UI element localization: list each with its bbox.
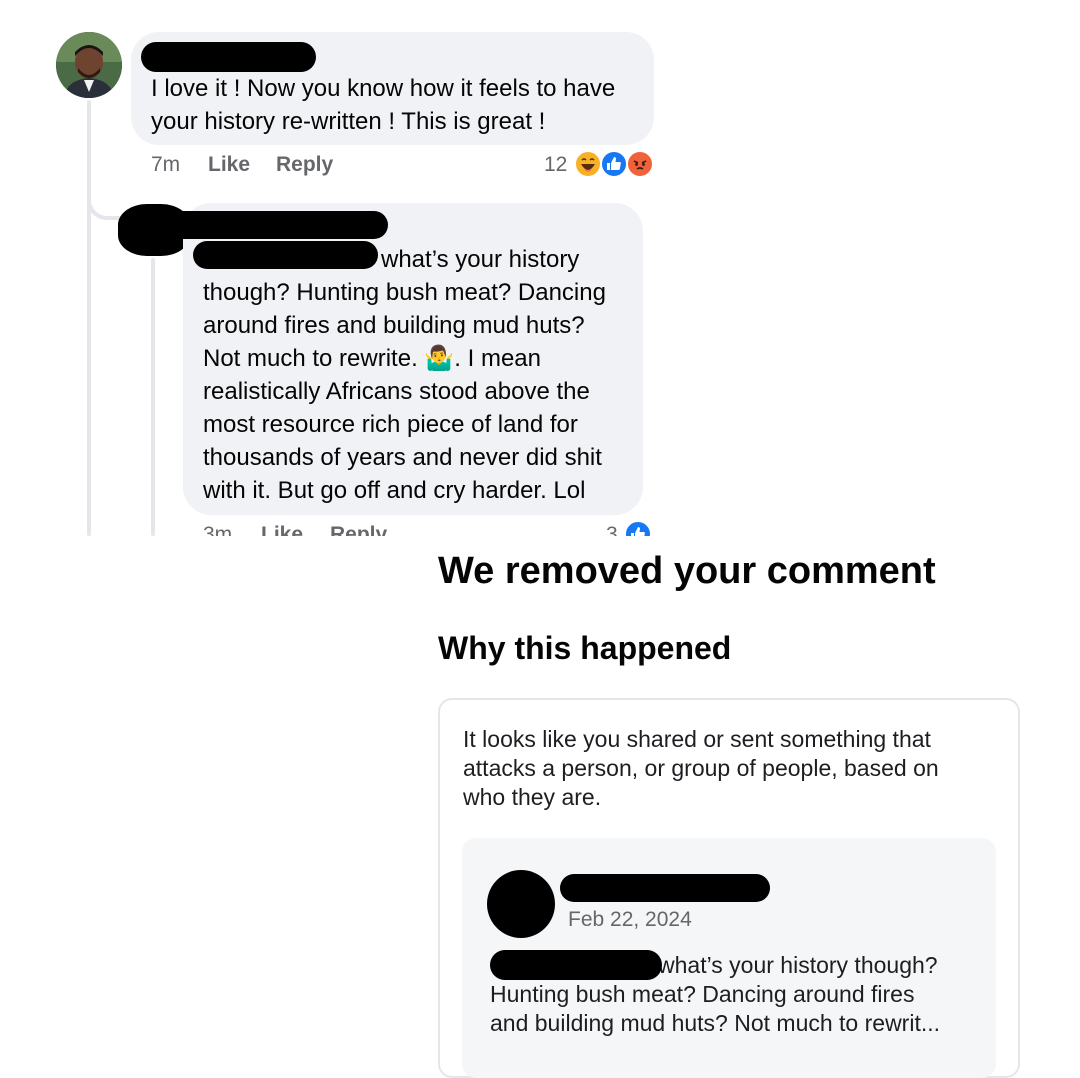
- like-button[interactable]: Like: [208, 153, 250, 176]
- redacted-name: [560, 874, 770, 902]
- reply-text-line: though? Hunting bush meat? Dancing: [203, 279, 606, 306]
- redacted-mention: [490, 950, 662, 980]
- preview-date: Feb 22, 2024: [568, 908, 692, 931]
- reply-thread-line: [151, 258, 155, 536]
- notice-title: We removed your comment: [438, 550, 936, 592]
- reply-text: what’s your history though? Hunting bush…: [203, 243, 643, 507]
- comment-meta: 7m: [151, 153, 180, 177]
- laughing-emoji-icon: [574, 150, 602, 178]
- reply-text-line: most resource rich piece of land for: [203, 411, 578, 438]
- thread-line: [87, 100, 91, 536]
- thumbs-up-icon: [624, 520, 652, 536]
- redacted-name: [141, 42, 316, 72]
- reply-button[interactable]: Reply: [276, 153, 333, 176]
- reaction-count[interactable]: 3: [606, 523, 618, 536]
- reply-text-line: realistically Africans stood above the: [203, 378, 590, 405]
- reply-meta-clip: 3m Like Reply 3: [190, 520, 670, 536]
- reply-button[interactable]: Reply: [330, 523, 387, 536]
- avatar-redacted: [487, 870, 555, 938]
- comment-bubble: I love it ! Now you know how it feels to…: [131, 32, 654, 145]
- reason-line: attacks a person, or group of people, ba…: [463, 755, 939, 781]
- comment-text: I love it ! Now you know how it feels to…: [151, 72, 651, 138]
- reply-text-line: with it. But go off and cry harder. Lol: [203, 477, 586, 504]
- reason-line: who they are.: [463, 784, 602, 810]
- comment-time: 7m: [151, 153, 181, 176]
- reply-text-line: thousands of years and never did shit: [203, 444, 602, 471]
- notice-subtitle: Why this happened: [438, 630, 732, 666]
- thumbs-up-icon: [600, 150, 628, 178]
- like-button[interactable]: Like: [261, 523, 303, 536]
- angry-emoji-icon: [626, 150, 654, 178]
- profile-photo-icon: [56, 32, 122, 98]
- reply-text-line: Not much to rewrite. 🤷‍♂️. I mean: [203, 345, 541, 372]
- reaction-count[interactable]: 12: [544, 153, 567, 177]
- comment-text-line: your history re-written ! This is great …: [151, 108, 546, 135]
- reply-time: 3m: [203, 523, 233, 536]
- preview-line: Hunting bush meat? Dancing around fires: [490, 981, 915, 1007]
- comment-text-line: I love it ! Now you know how it feels to…: [151, 75, 616, 102]
- preview-line: and building mud huts? Not much to rewri…: [490, 1010, 941, 1036]
- reply-bubble: what’s your history though? Hunting bush…: [163, 203, 643, 515]
- reactions[interactable]: [574, 150, 658, 180]
- redacted-name: [163, 211, 388, 239]
- reason-line: It looks like you shared or sent somethi…: [463, 726, 931, 752]
- reply-text-line: what’s your history: [381, 246, 580, 273]
- reply-text-line: around fires and building mud huts?: [203, 312, 585, 339]
- reason-text: It looks like you shared or sent somethi…: [463, 725, 1003, 812]
- avatar[interactable]: [56, 32, 122, 98]
